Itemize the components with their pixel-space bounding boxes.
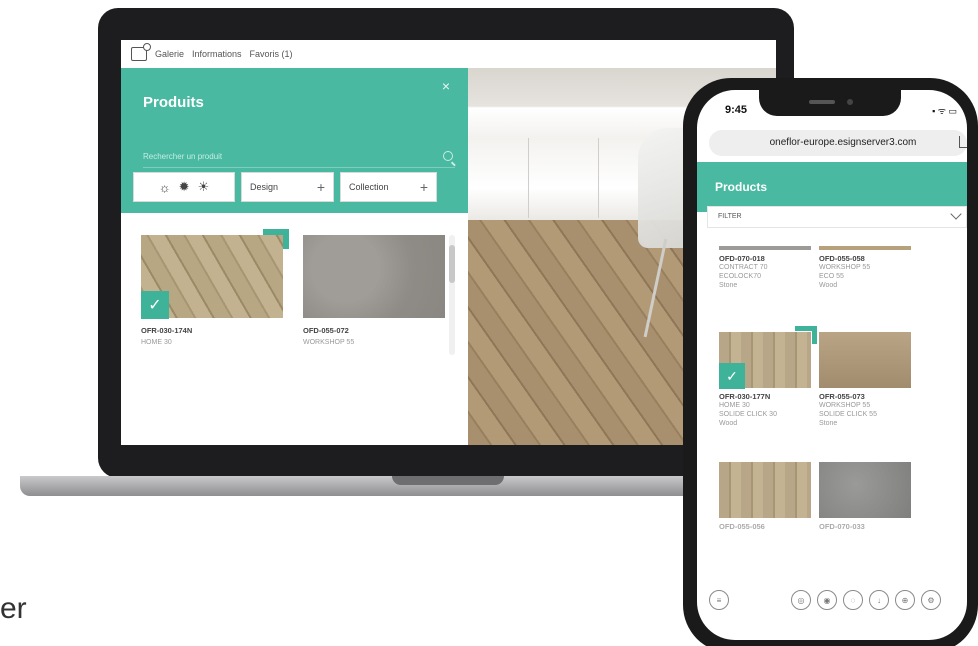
- product-line: Stone: [819, 420, 838, 427]
- phone-notch: [759, 90, 901, 116]
- product-line: HOME 30: [719, 402, 750, 409]
- laptop-notch: [392, 476, 504, 485]
- settings-icon[interactable]: ⚙: [921, 590, 941, 610]
- phone-product-card[interactable]: OFD-055-056: [719, 462, 815, 531]
- product-thumbnail[interactable]: ✓: [719, 326, 817, 389]
- partial-caption: er: [0, 592, 27, 625]
- product-code: OFD-070-033: [819, 522, 865, 531]
- share-icon[interactable]: ⊕: [895, 590, 915, 610]
- cabinet-divider: [598, 138, 599, 218]
- share-icon[interactable]: [959, 136, 967, 148]
- product-line: ECOLOCK70: [719, 273, 762, 280]
- product-line: Wood: [719, 420, 738, 427]
- plus-icon[interactable]: +: [317, 179, 325, 195]
- speaker: [809, 100, 835, 104]
- layers-icon[interactable]: ◌: [843, 590, 863, 610]
- phone-toolbar: ≡ ◎ ◉ ◌ ↓ ⊕ ⚙: [709, 590, 959, 614]
- product-collection: WORKSHOP 55: [303, 339, 355, 346]
- collection-filter[interactable]: Collection +: [340, 172, 437, 202]
- design-filter-label: Design: [250, 182, 279, 192]
- download-icon[interactable]: ↓: [869, 590, 889, 610]
- phone-products-title: Products: [715, 180, 768, 194]
- product-thumbnail[interactable]: [303, 235, 445, 318]
- chevron-down-icon[interactable]: [950, 208, 962, 220]
- products-panel-header: Produits × Rechercher un produit ☼ ✹ ☀ D…: [121, 68, 468, 213]
- url-bar[interactable]: oneflor-europe.esignserver3.com: [709, 130, 967, 156]
- selected-corner: [263, 229, 289, 249]
- product-thumbnail[interactable]: [819, 332, 911, 388]
- camera: [847, 99, 853, 105]
- phone-products-header: Products: [697, 162, 967, 212]
- design-filter[interactable]: Design +: [241, 172, 334, 202]
- product-thumbnail[interactable]: [819, 246, 911, 250]
- nav-informations[interactable]: Informations: [192, 49, 242, 59]
- product-line: SOLIDE CLICK 55: [819, 411, 877, 418]
- status-time: 9:45: [725, 104, 748, 116]
- product-thumbnail[interactable]: [719, 462, 811, 518]
- product-code: OFD-055-056: [719, 522, 765, 531]
- phone-product-card[interactable]: OFD-055-058 WORKSHOP 55 ECO 55 Wood: [819, 246, 915, 290]
- product-line: ECO 55: [819, 273, 844, 280]
- menu-icon[interactable]: ≡: [709, 590, 729, 610]
- phone-product-card[interactable]: OFD-070-033: [819, 462, 915, 531]
- close-icon[interactable]: ×: [442, 78, 450, 94]
- phone-product-card[interactable]: ✓ OFR-030-177N HOME 30 SOLIDE CLICK 30 W…: [719, 326, 817, 428]
- phone-product-card[interactable]: OFD-070-018 CONTRACT 70 ECOLOCK70 Stone: [719, 246, 815, 290]
- status-icons: ▪ ᯤ ▭: [932, 106, 957, 116]
- phone-filter-dropdown[interactable]: FILTER: [707, 206, 967, 228]
- product-code: OFD-055-072: [303, 326, 349, 335]
- lighting-toggle[interactable]: ☼ ✹ ☀: [133, 172, 235, 202]
- view-icon[interactable]: ◉: [817, 590, 837, 610]
- product-thumbnail[interactable]: [719, 246, 811, 250]
- collection-filter-label: Collection: [349, 182, 389, 192]
- phone-product-card[interactable]: OFR-055-073 WORKSHOP 55 SOLIDE CLICK 55 …: [819, 332, 915, 428]
- search-placeholder: Rechercher un produit: [143, 152, 223, 161]
- light-mid-icon[interactable]: ✹: [179, 179, 190, 195]
- top-nav: Galerie Informations Favoris (1): [121, 40, 776, 68]
- phone-screen: 9:45 ▪ ᯤ ▭ oneflor-europe.esignserver3.c…: [697, 90, 967, 640]
- selected-corner: [795, 326, 817, 344]
- product-code: OFR-030-177N: [719, 392, 771, 401]
- product-code: OFD-070-018: [719, 254, 765, 263]
- product-code: OFR-055-073: [819, 392, 865, 401]
- gallery-icon[interactable]: [131, 43, 151, 61]
- light-low-icon[interactable]: ☼: [159, 180, 171, 195]
- check-icon: ✓: [719, 363, 745, 389]
- product-collection: HOME 30: [141, 339, 172, 346]
- products-scrollbar[interactable]: [449, 235, 455, 355]
- product-line: CONTRACT 70: [719, 264, 768, 271]
- nav-favorites[interactable]: Favoris (1): [250, 49, 293, 59]
- product-thumbnail[interactable]: [819, 462, 911, 518]
- panel-title: Produits: [143, 94, 204, 111]
- product-line: WORKSHOP 55: [819, 402, 871, 409]
- product-line: Stone: [719, 282, 738, 289]
- compare-icon[interactable]: ◎: [791, 590, 811, 610]
- product-line: SOLIDE CLICK 30: [719, 411, 777, 418]
- cabinet-divider: [528, 138, 529, 218]
- product-search-input[interactable]: Rechercher un produit: [143, 148, 455, 168]
- search-icon[interactable]: [443, 151, 453, 161]
- url-text: oneflor-europe.esignserver3.com: [769, 137, 917, 148]
- product-thumbnail[interactable]: ✓: [141, 229, 289, 319]
- filter-row: ☼ ✹ ☀ Design + Collection +: [133, 172, 437, 202]
- check-icon: ✓: [141, 291, 169, 319]
- plus-icon[interactable]: +: [420, 179, 428, 195]
- product-line: WORKSHOP 55: [819, 264, 871, 271]
- product-card[interactable]: OFD-055-072 WORKSHOP 55: [303, 235, 445, 346]
- product-line: Wood: [819, 282, 838, 289]
- light-high-icon[interactable]: ☀: [198, 179, 210, 195]
- laptop-screen: Galerie Informations Favoris (1) Produit…: [121, 40, 776, 445]
- product-code: OFR-030-174N: [141, 326, 193, 335]
- product-card[interactable]: ✓ OFR-030-174N HOME 30: [141, 229, 289, 346]
- filter-label: FILTER: [718, 213, 742, 220]
- nav-gallery[interactable]: Galerie: [155, 49, 184, 59]
- product-code: OFD-055-058: [819, 254, 865, 263]
